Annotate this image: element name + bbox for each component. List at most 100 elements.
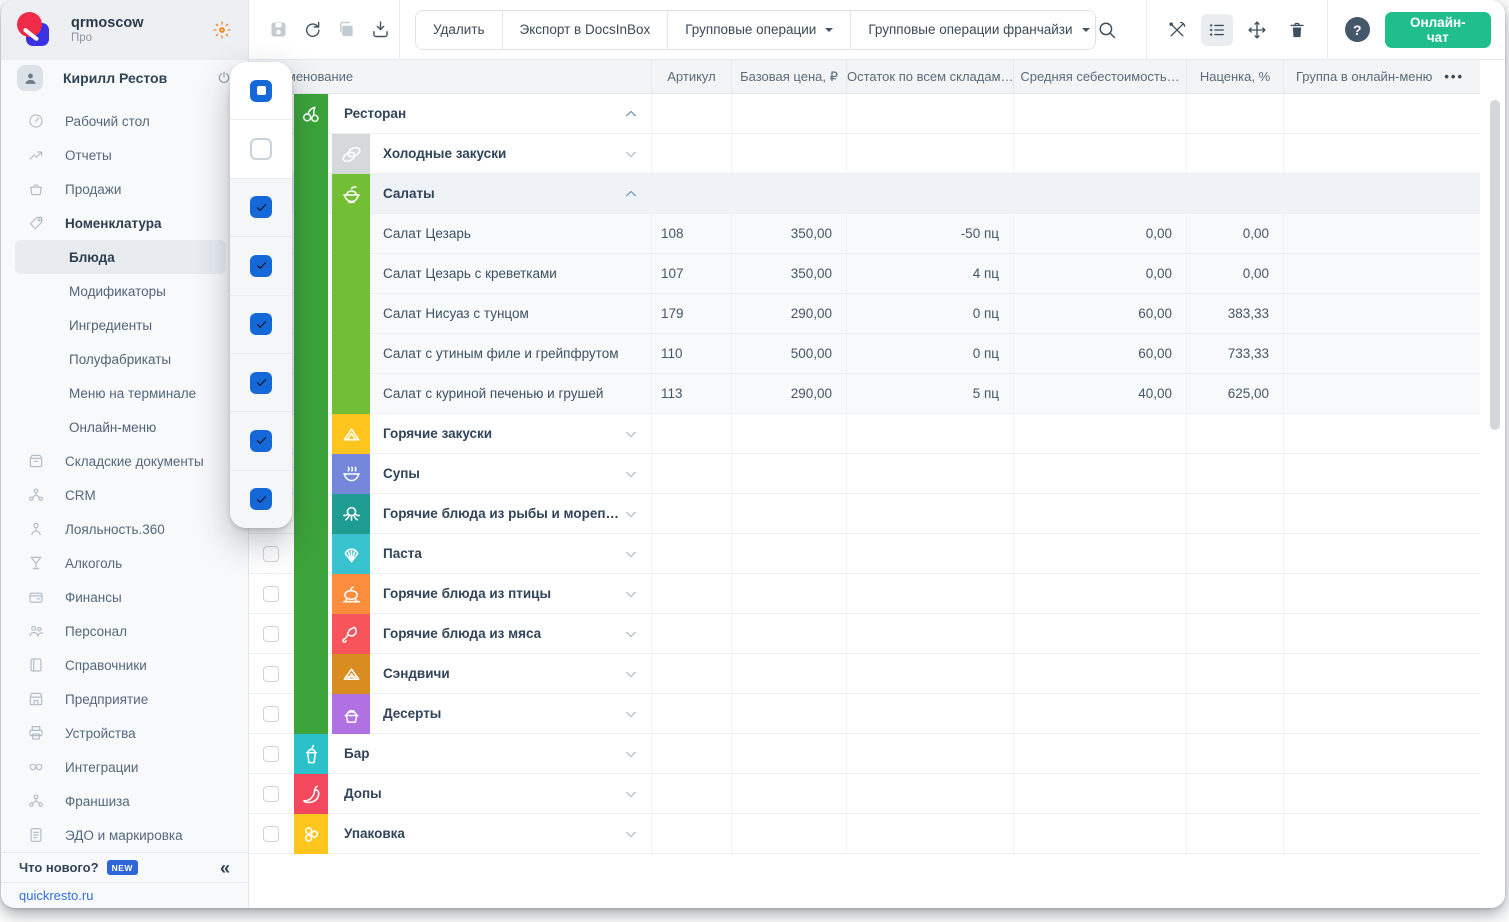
sidebar-item-3[interactable]: Номенклатура	[1, 206, 248, 240]
chevron-down-icon[interactable]	[623, 586, 639, 602]
help-button[interactable]: ?	[1345, 17, 1370, 42]
table-row[interactable]: Сэндвичи	[249, 654, 1505, 694]
chevron-down-icon[interactable]	[623, 706, 639, 722]
row-checkbox[interactable]	[263, 546, 279, 562]
chevron-down-icon[interactable]	[623, 506, 639, 522]
row-checkbox[interactable]	[263, 706, 279, 722]
table-row[interactable]: Холодные закуски	[249, 134, 1505, 174]
table-row[interactable]: Упаковка	[249, 814, 1505, 854]
sidebar-item-0[interactable]: Рабочий стол	[1, 104, 248, 138]
chevron-down-icon[interactable]	[623, 746, 639, 762]
tools-icon[interactable]	[1161, 14, 1193, 46]
column-header-6[interactable]: Группа в онлайн-меню•••	[1283, 60, 1480, 94]
chevron-up-icon[interactable]	[623, 186, 639, 202]
chevron-down-icon[interactable]	[623, 626, 639, 642]
save-icon[interactable]	[266, 18, 290, 42]
move-icon[interactable]	[1241, 14, 1273, 46]
checkbox-indeterminate[interactable]	[250, 80, 272, 102]
sidebar-item-4[interactable]: Блюда	[15, 240, 226, 274]
list-icon[interactable]	[1201, 14, 1233, 46]
table-row[interactable]: Салат Нисуаз с тунцом179290,000 пц60,003…	[249, 294, 1505, 334]
sidebar-item-10[interactable]: Складские документы	[1, 444, 248, 478]
whats-new-link[interactable]: Что нового?	[19, 860, 99, 875]
sidebar-item-17[interactable]: Предприятие	[1, 682, 248, 716]
column-header-5[interactable]: Наценка, %	[1186, 60, 1283, 94]
collapse-sidebar-icon[interactable]: «	[220, 859, 230, 877]
checkbox-checked[interactable]	[250, 488, 272, 510]
row-checkbox[interactable]	[263, 786, 279, 802]
table-row[interactable]: Салат с куриной печенью и грушей113290,0…	[249, 374, 1505, 414]
user-row[interactable]: Кирилл Рестов	[1, 60, 248, 96]
chevron-down-icon[interactable]	[623, 426, 639, 442]
chevron-down-icon[interactable]	[623, 466, 639, 482]
quickresto-link[interactable]: quickresto.ru	[19, 888, 93, 903]
row-checkbox[interactable]	[263, 746, 279, 762]
sidebar-item-20[interactable]: Франшиза	[1, 784, 248, 818]
chevron-down-icon[interactable]	[623, 546, 639, 562]
column-header-4[interactable]: Средняя себестоимость…	[1013, 60, 1186, 94]
chevron-up-icon[interactable]	[623, 106, 639, 122]
checkbox-checked[interactable]	[250, 430, 272, 452]
column-menu-icon[interactable]: •••	[1444, 69, 1464, 84]
sidebar-item-19[interactable]: Интеграции	[1, 750, 248, 784]
checkbox-checked[interactable]	[250, 372, 272, 394]
search-icon[interactable]	[1096, 19, 1118, 41]
chevron-down-icon[interactable]	[623, 146, 639, 162]
sidebar-item-11[interactable]: CRM	[1, 478, 248, 512]
online-chat-button[interactable]: Онлайн-чат	[1385, 12, 1491, 48]
table-row[interactable]: Салаты	[249, 174, 1505, 214]
trash-icon[interactable]	[1281, 14, 1313, 46]
table-row[interactable]: Салат Цезарь108350,00-50 пц0,000,00	[249, 214, 1505, 254]
checkbox-checked[interactable]	[250, 196, 272, 218]
sidebar-item-6[interactable]: Ингредиенты	[1, 308, 248, 342]
table-row[interactable]: Десерты	[249, 694, 1505, 734]
row-checkbox[interactable]	[263, 626, 279, 642]
action-button-2[interactable]: Групповые операции	[667, 11, 850, 49]
table-row[interactable]: Горячие блюда из птицы	[249, 574, 1505, 614]
checkbox-unchecked[interactable]	[250, 138, 272, 160]
checkbox-checked[interactable]	[250, 255, 272, 277]
sidebar-item-7[interactable]: Полуфабрикаты	[1, 342, 248, 376]
sidebar-item-12[interactable]: Лояльность.360	[1, 512, 248, 546]
sidebar-item-13[interactable]: Алкоголь	[1, 546, 248, 580]
table-row[interactable]: Бар	[249, 734, 1505, 774]
checkbox-checked[interactable]	[250, 313, 272, 335]
sidebar-item-16[interactable]: Справочники	[1, 648, 248, 682]
download-icon[interactable]	[368, 18, 392, 42]
table-row[interactable]: Горячие блюда из мяса	[249, 614, 1505, 654]
refresh-icon[interactable]	[300, 18, 324, 42]
sidebar-item-18[interactable]: Устройства	[1, 716, 248, 750]
sidebar-item-14[interactable]: Финансы	[1, 580, 248, 614]
column-header-2[interactable]: Базовая цена, ₽	[731, 60, 846, 94]
chevron-down-icon[interactable]	[623, 666, 639, 682]
sidebar-item-9[interactable]: Онлайн-меню	[1, 410, 248, 444]
theme-sun-icon[interactable]	[212, 20, 232, 40]
vertical-scrollbar[interactable]	[1490, 100, 1500, 430]
column-header-3[interactable]: Остаток по всем складам…	[846, 60, 1013, 94]
sidebar-item-21[interactable]: ЭДО и маркировка	[1, 818, 248, 852]
column-header-0[interactable]: Наименование	[249, 60, 651, 94]
table-row[interactable]: Салат с утиным филе и грейпфрутом110500,…	[249, 334, 1505, 374]
sidebar-item-8[interactable]: Меню на терминале	[1, 376, 248, 410]
copy-icon[interactable]	[334, 18, 358, 42]
table-row[interactable]: Допы	[249, 774, 1505, 814]
row-checkbox[interactable]	[263, 666, 279, 682]
action-button-3[interactable]: Групповые операции франчайзи	[850, 11, 1096, 49]
action-button-0[interactable]: Удалить	[416, 11, 502, 49]
table-row[interactable]: Горячие блюда из рыбы и мореп…	[249, 494, 1505, 534]
action-button-1[interactable]: Экспорт в DocsInBox	[502, 11, 668, 49]
column-header-1[interactable]: Артикул	[651, 60, 731, 94]
sidebar-item-5[interactable]: Модификаторы	[1, 274, 248, 308]
table-row[interactable]: Ресторан	[249, 94, 1505, 134]
table-row[interactable]: Горячие закуски	[249, 414, 1505, 454]
row-checkbox[interactable]	[263, 586, 279, 602]
sidebar-item-15[interactable]: Персонал	[1, 614, 248, 648]
sidebar-item-2[interactable]: Продажи	[1, 172, 248, 206]
chevron-down-icon[interactable]	[623, 826, 639, 842]
row-checkbox[interactable]	[263, 826, 279, 842]
table-row[interactable]: Салат Цезарь с креветками107350,004 пц0,…	[249, 254, 1505, 294]
sidebar-item-1[interactable]: Отчеты	[1, 138, 248, 172]
chevron-down-icon[interactable]	[623, 786, 639, 802]
table-row[interactable]: Супы	[249, 454, 1505, 494]
table-row[interactable]: Паста	[249, 534, 1505, 574]
